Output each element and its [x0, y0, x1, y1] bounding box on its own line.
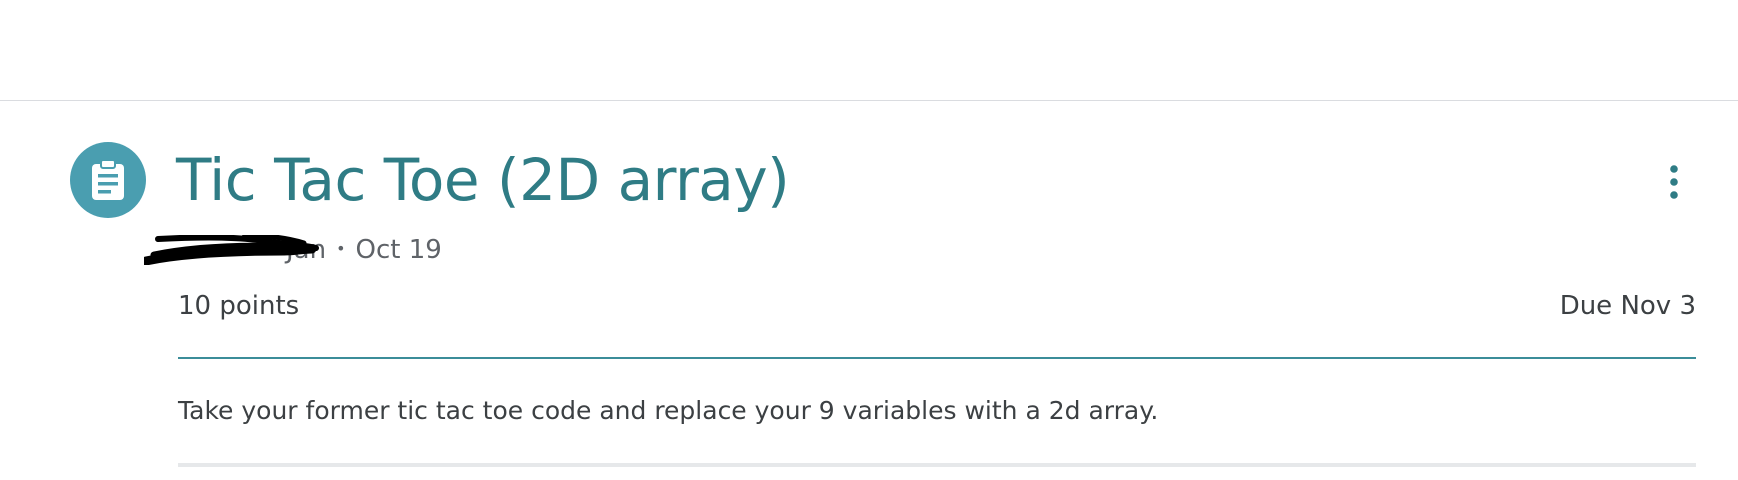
assignment-title: Tic Tac Toe (2D array) — [176, 146, 790, 214]
points-label: 10 points — [178, 291, 300, 321]
top-bar — [0, 0, 1738, 101]
meta-separator: • — [336, 238, 346, 258]
due-date: Due Nov 3 — [1559, 291, 1696, 321]
section-divider — [178, 463, 1696, 467]
clipboard-icon — [92, 159, 124, 200]
assignment-description: Take your former tic tac toe code and re… — [178, 396, 1159, 425]
posted-date: Oct 19 — [355, 235, 442, 265]
header-divider — [178, 357, 1696, 359]
more-options-button[interactable] — [1658, 160, 1690, 204]
author-name-wrapper: Jan — [144, 235, 327, 265]
more-vert-icon — [1670, 165, 1678, 199]
assignment-meta: Jan • Oct 19 — [144, 232, 442, 268]
author-name: Jan — [286, 235, 327, 265]
assignment-icon — [70, 142, 146, 218]
